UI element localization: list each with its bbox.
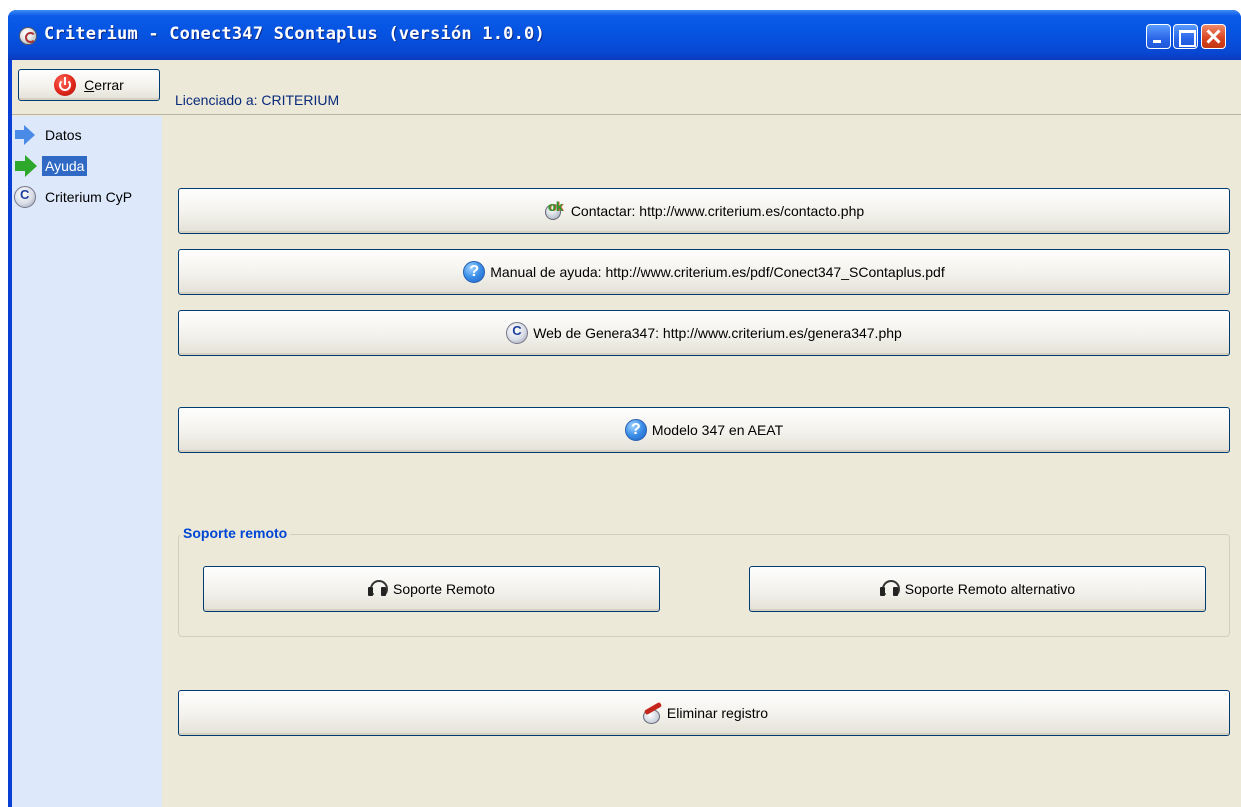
- sidebar-item-criterium-cyp[interactable]: Criterium CyP: [14, 186, 135, 208]
- app-icon[interactable]: [19, 27, 37, 45]
- web-button[interactable]: Web de Genera347: http://www.criterium.e…: [178, 310, 1230, 356]
- delete-registration-label: Eliminar registro: [666, 705, 769, 721]
- help-icon: [624, 419, 647, 441]
- app-window: Criterium - Conect347 SContaplus (versió…: [8, 10, 1241, 807]
- delete-registration-button[interactable]: Eliminar registro: [178, 690, 1230, 736]
- web-button-label: Web de Genera347: http://www.criterium.e…: [533, 325, 902, 341]
- aeat-button-label: Modelo 347 en AEAT: [651, 422, 784, 438]
- remote-support-button[interactable]: Soporte Remoto: [203, 566, 660, 612]
- blue-arrow-icon: [14, 124, 36, 146]
- sidebar-item-label: Datos: [45, 127, 82, 143]
- ok-contact-icon: [544, 199, 566, 222]
- sidebar-item-label: Criterium CyP: [45, 189, 133, 205]
- toolbar: Cerrar Licenciado a: CRITERIUM: [12, 60, 1241, 115]
- sidebar-item-ayuda[interactable]: Ayuda: [14, 155, 88, 177]
- sidebar: Datos Ayuda Criterium CyP: [12, 116, 162, 807]
- close-button[interactable]: Cerrar: [18, 69, 160, 101]
- close-window-button[interactable]: [1201, 24, 1226, 49]
- remote-support-alt-label: Soporte Remoto alternativo: [904, 581, 1076, 597]
- close-button-label: Cerrar: [84, 77, 124, 93]
- remote-support-alt-button[interactable]: Soporte Remoto alternativo: [749, 566, 1206, 612]
- manual-button[interactable]: Manual de ayuda: http://www.criterium.es…: [178, 249, 1230, 295]
- sidebar-item-label: Ayuda: [42, 156, 88, 176]
- headset-icon: [368, 579, 389, 599]
- sidebar-item-datos[interactable]: Datos: [14, 124, 85, 146]
- manual-button-label: Manual de ayuda: http://www.criterium.es…: [490, 264, 945, 280]
- contact-button[interactable]: Contactar: http://www.criterium.es/conta…: [178, 188, 1230, 234]
- eraser-icon: [640, 702, 662, 724]
- help-icon: [463, 261, 486, 283]
- minimize-button[interactable]: [1146, 24, 1171, 49]
- power-icon: [54, 74, 77, 96]
- headset-icon: [880, 579, 900, 599]
- title-bar[interactable]: Criterium - Conect347 SContaplus (versió…: [8, 10, 1241, 60]
- contact-button-label: Contactar: http://www.criterium.es/conta…: [570, 203, 865, 219]
- criterium-cyp-icon: [506, 322, 529, 344]
- green-arrow-icon: [14, 155, 37, 177]
- criterium-cyp-icon: [14, 186, 36, 208]
- window-title: Criterium - Conect347 SContaplus (versió…: [44, 24, 545, 44]
- remote-support-group-title: Soporte remoto: [180, 525, 291, 541]
- client-area: Cerrar Licenciado a: CRITERIUM Datos Ayu…: [12, 60, 1241, 807]
- license-text: Licenciado a: CRITERIUM: [175, 92, 340, 108]
- maximize-button[interactable]: [1173, 24, 1198, 49]
- remote-support-label: Soporte Remoto: [393, 581, 495, 597]
- aeat-button[interactable]: Modelo 347 en AEAT: [178, 407, 1230, 453]
